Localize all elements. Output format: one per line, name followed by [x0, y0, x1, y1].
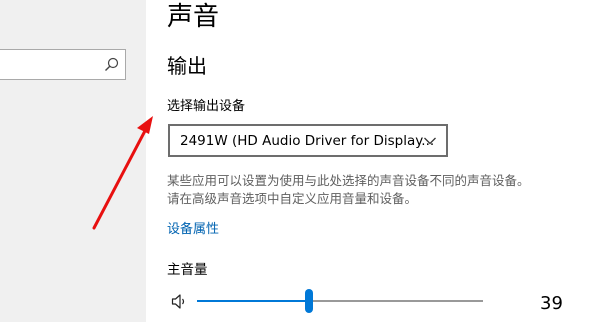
select-output-device-label: 选择输出设备	[167, 99, 246, 114]
volume-value: 39	[540, 293, 563, 314]
search-icon[interactable]	[104, 57, 119, 72]
device-properties-link[interactable]: 设备属性	[167, 221, 219, 239]
navigation-pane	[0, 0, 146, 322]
master-volume-slider[interactable]	[197, 289, 483, 313]
output-section-title: 输出	[167, 54, 207, 78]
chevron-down-icon	[424, 137, 436, 145]
description-line: 请在高级声音选项中自定义应用音量和设备。	[167, 191, 418, 206]
output-device-description: 某些应用可以设置为使用与此处选择的声音设备不同的声音设备。 请在高级声音选项中自…	[167, 172, 587, 208]
output-device-dropdown[interactable]: 2491W (HD Audio Driver for Display...	[168, 124, 448, 157]
master-volume-label: 主音量	[167, 262, 208, 278]
page-title: 声音	[167, 2, 220, 32]
volume-slider-thumb[interactable]	[304, 289, 313, 313]
description-line: 某些应用可以设置为使用与此处选择的声音设备不同的声音设备。	[167, 173, 530, 188]
selected-output-device: 2491W (HD Audio Driver for Display...	[180, 133, 435, 149]
volume-slider-fill	[197, 300, 309, 302]
settings-search-box[interactable]	[0, 49, 126, 80]
speaker-icon[interactable]	[171, 293, 189, 310]
